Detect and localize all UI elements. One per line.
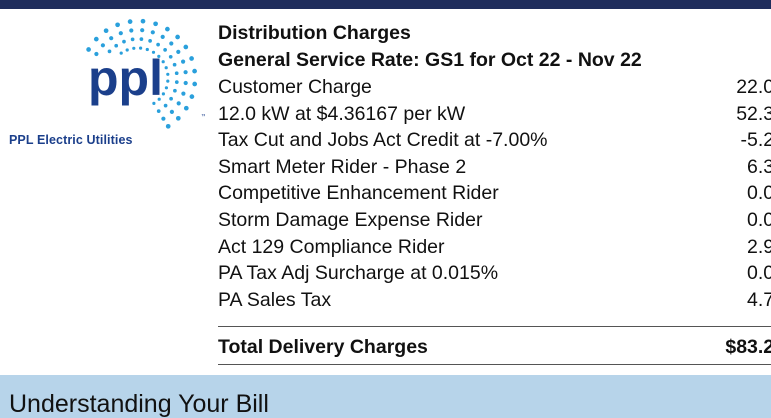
charge-description: Storm Damage Expense Rider [218,208,483,231]
charge-line: PA Sales Tax 4.72 [218,287,771,314]
charge-description: Smart Meter Rider - Phase 2 [218,155,467,178]
charge-line: 12.0 kW at $4.36167 per kW 52.34 [218,101,771,128]
total-bottom-rule [218,364,771,365]
charge-description: 12.0 kW at $4.36167 per kW [218,102,466,125]
charge-amount: 6.32 [747,155,771,178]
charge-amount: 52.34 [736,102,771,125]
charge-description: Tax Cut and Jobs Act Credit at -7.00% [218,129,548,152]
trademark-symbol: ™ [201,113,205,120]
section-heading: Distribution Charges [218,22,411,44]
charge-amount: 4.72 [747,288,771,311]
section-title: Understanding Your Bill [9,390,269,418]
charge-amount: 0.03 [747,208,771,231]
total-label: Total Delivery Charges [218,336,428,358]
distribution-charges: Distribution Charges General Service Rat… [218,20,771,313]
brand-text: ppl [88,50,163,106]
charge-description: Competitive Enhancement Rider [218,182,499,205]
charge-lines: Customer Charge 22.00 12.0 kW at $4.36167 … [218,74,771,313]
total-top-rule [218,326,771,327]
charge-amount: 0.01 [747,262,771,285]
charge-description: Customer Charge [218,76,372,98]
charge-description: PA Tax Adj Surcharge at 0.015% [218,262,499,285]
charge-amount: -5.20 [740,129,771,152]
understanding-section-band: Understanding Your Bill [0,375,771,418]
charge-line: PA Tax Adj Surcharge at 0.015% 0.01 [218,260,771,287]
top-bar [0,0,771,9]
charge-amount: 0.07 [747,182,771,205]
charge-line: Smart Meter Rider - Phase 2 6.32 [218,154,771,181]
total-amount: $83.23 [725,336,771,358]
rate-subtitle: General Service Rate: GS1 for Oct 22 - N… [218,49,642,71]
ppl-logo: ppl ™ PPL Electric Utilities [0,16,205,147]
charge-amount: 2.94 [747,235,771,258]
total-row: Total Delivery Charges $83.23 [218,332,771,362]
charge-line: Competitive Enhancement Rider 0.07 [218,180,771,207]
charge-description: Act 129 Compliance Rider [218,235,445,258]
charge-amount: 22.00 [736,76,771,98]
charge-line: Customer Charge 22.00 [218,74,771,101]
company-name: PPL Electric Utilities [9,133,133,147]
charge-line: Storm Damage Expense Rider 0.03 [218,207,771,234]
charge-line: Tax Cut and Jobs Act Credit at -7.00% -5.… [218,127,771,154]
charge-line: Act 129 Compliance Rider 2.94 [218,234,771,261]
ppl-sunburst-logo-icon: ppl ™ [86,18,205,129]
charge-description: PA Sales Tax [218,288,332,311]
